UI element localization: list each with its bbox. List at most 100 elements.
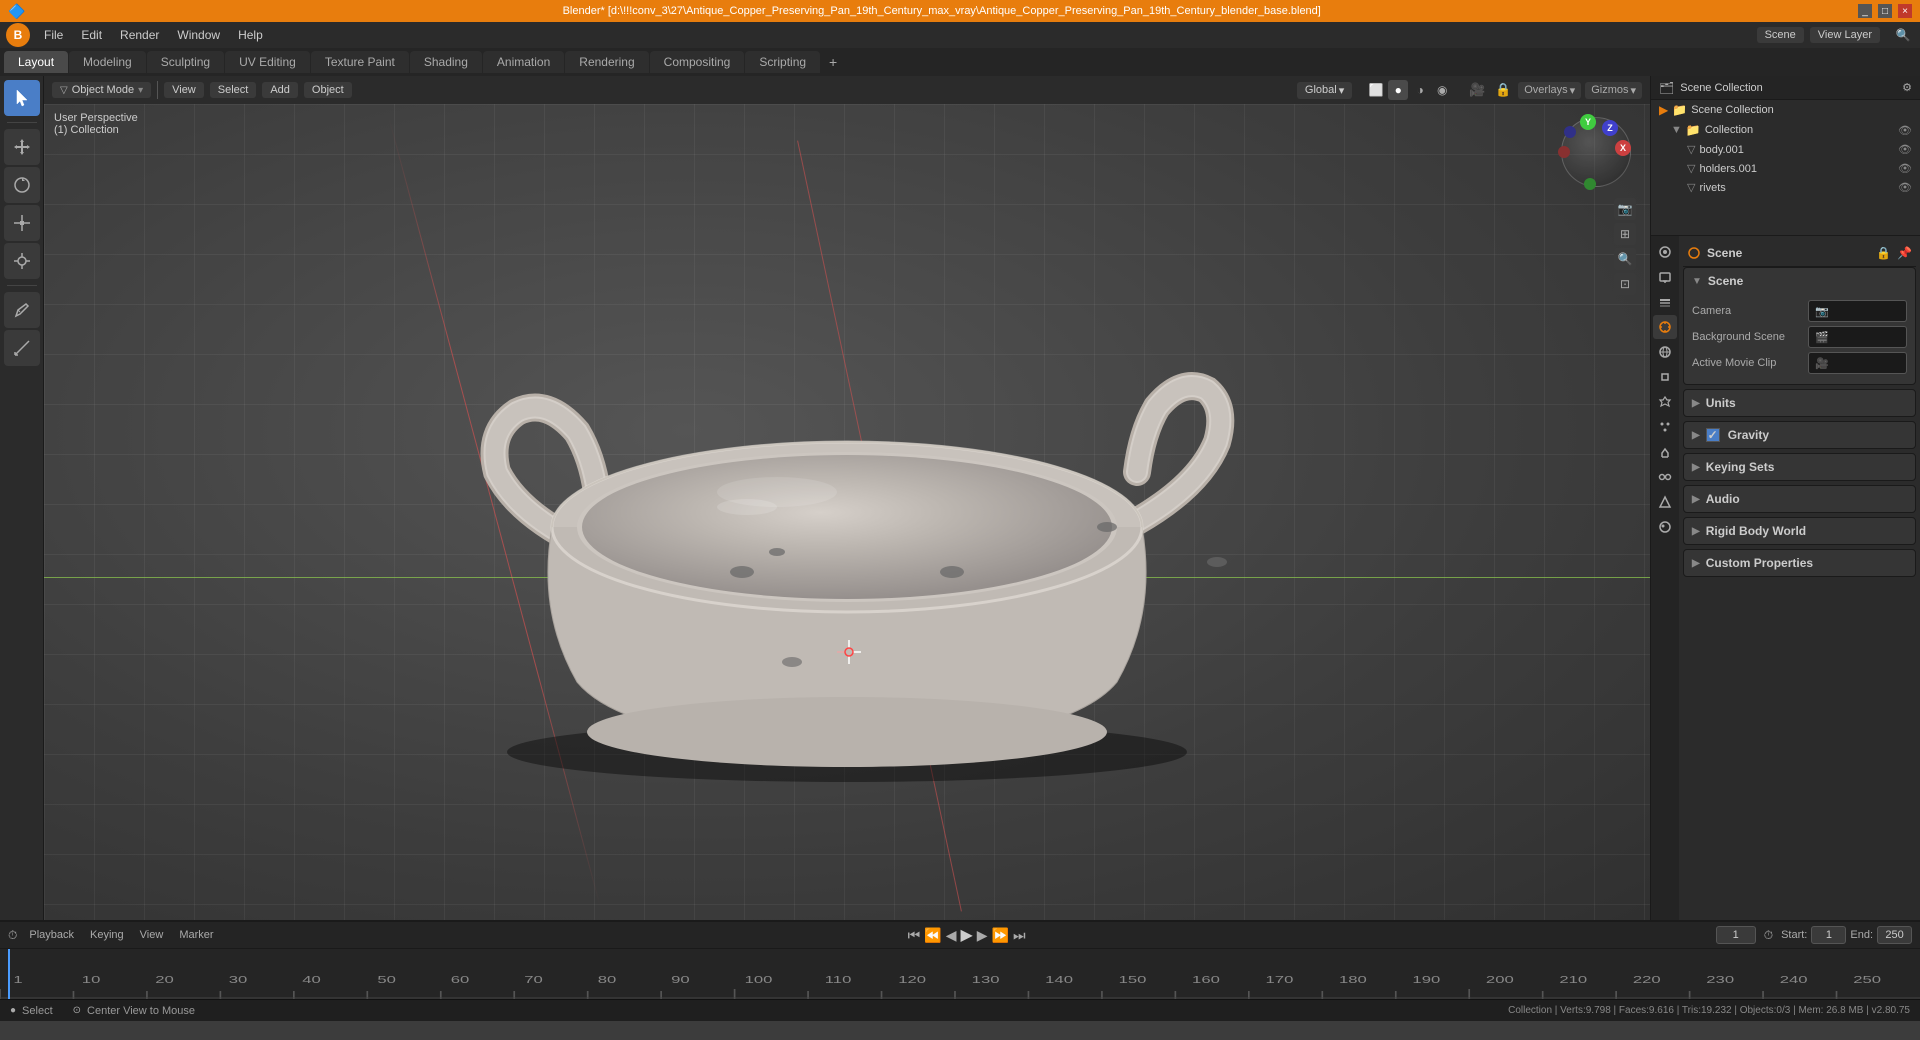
prop-icon-scene[interactable]: [1653, 315, 1677, 339]
prev-keyframe-button[interactable]: ⏪: [924, 927, 941, 944]
prop-icon-view-layer[interactable]: [1653, 290, 1677, 314]
prop-icon-output[interactable]: [1653, 265, 1677, 289]
camera-icon[interactable]: 🎥: [1466, 79, 1488, 101]
tab-texture-paint[interactable]: Texture Paint: [311, 51, 409, 73]
prop-icon-render[interactable]: [1653, 240, 1677, 264]
background-scene-value[interactable]: 🎬: [1808, 326, 1907, 348]
outliner-item-holders[interactable]: ▽ holders.001 👁: [1651, 159, 1920, 178]
object-mode-selector[interactable]: ▽ Object Mode ▾: [52, 82, 151, 98]
tool-measure[interactable]: [4, 330, 40, 366]
play-button[interactable]: ▶: [960, 925, 972, 945]
scene-canvas[interactable]: [44, 104, 1650, 920]
solid-shading-icon[interactable]: ●: [1388, 80, 1408, 100]
pan-3d-object[interactable]: [397, 232, 1297, 792]
nav-dot-z[interactable]: Z: [1602, 120, 1618, 136]
navigation-gizmo[interactable]: X Y Z 📷 ⊞ 🔍 ⊡: [1556, 112, 1636, 295]
nav-gizmo-container[interactable]: X Y Z: [1556, 112, 1636, 192]
scene-pin-icon[interactable]: 📌: [1897, 246, 1912, 260]
frame-start-input[interactable]: [1811, 926, 1846, 944]
tab-uv-editing[interactable]: UV Editing: [225, 51, 310, 73]
nav-dot-neg-z[interactable]: [1564, 126, 1576, 138]
body-visibility-icon[interactable]: 👁: [1898, 143, 1912, 156]
scene-lock-icon[interactable]: 🔒: [1876, 246, 1891, 260]
tool-move[interactable]: [4, 129, 40, 165]
timeline-icon[interactable]: ⏱: [8, 928, 17, 943]
marker-menu[interactable]: Marker: [175, 927, 217, 943]
prop-icon-particles[interactable]: [1653, 415, 1677, 439]
zoom-icon[interactable]: 🔍: [1614, 248, 1636, 270]
tab-shading[interactable]: Shading: [410, 51, 482, 73]
tool-transform[interactable]: [4, 243, 40, 279]
step-back-button[interactable]: ◀: [946, 927, 957, 944]
wireframe-icon[interactable]: ⬜: [1366, 80, 1386, 100]
view-layer-selector[interactable]: View Layer: [1810, 27, 1880, 43]
nav-dot-y[interactable]: Y: [1580, 114, 1596, 130]
prop-icon-modifier[interactable]: [1653, 390, 1677, 414]
tool-annotate[interactable]: [4, 292, 40, 328]
maximize-button[interactable]: □: [1878, 4, 1892, 18]
current-frame-input[interactable]: [1716, 926, 1756, 944]
jump-to-start-button[interactable]: ⏮: [908, 927, 921, 944]
playback-menu[interactable]: Playback: [25, 927, 78, 943]
tab-scripting[interactable]: Scripting: [745, 51, 820, 73]
search-icon[interactable]: 🔍: [1892, 24, 1914, 46]
collection-visibility-icon[interactable]: 👁: [1898, 124, 1912, 137]
scene-section-header[interactable]: ▼ Scene: [1684, 268, 1915, 294]
active-movie-clip-value[interactable]: 🎥: [1808, 352, 1907, 374]
menu-edit[interactable]: Edit: [73, 25, 110, 45]
outliner-item-rivets[interactable]: ▽ rivets 👁: [1651, 178, 1920, 197]
prop-icon-object[interactable]: [1653, 365, 1677, 389]
prop-icon-world[interactable]: [1653, 340, 1677, 364]
camera-view-icon[interactable]: 📷: [1614, 198, 1636, 220]
gravity-section-header[interactable]: ▶ ✓ Gravity: [1684, 422, 1915, 448]
custom-properties-header[interactable]: ▶ Custom Properties: [1684, 550, 1915, 576]
outliner-item-body[interactable]: ▽ body.001 👁: [1651, 140, 1920, 159]
rivets-visibility-icon[interactable]: 👁: [1898, 181, 1912, 194]
rigid-body-world-header[interactable]: ▶ Rigid Body World: [1684, 518, 1915, 544]
holders-visibility-icon[interactable]: 👁: [1898, 162, 1912, 175]
ortho-view-icon[interactable]: ⊞: [1614, 223, 1636, 245]
nav-dot-neg-y[interactable]: [1584, 178, 1596, 190]
prop-icon-material[interactable]: [1653, 515, 1677, 539]
rendered-preview-icon[interactable]: ◉: [1432, 80, 1452, 100]
gizmos-button[interactable]: Gizmos ▾: [1585, 82, 1642, 99]
menu-render[interactable]: Render: [112, 25, 167, 45]
tab-rendering[interactable]: Rendering: [565, 51, 648, 73]
3d-viewport[interactable]: ▽ Object Mode ▾ View Select Add Object G…: [44, 76, 1650, 920]
scene-selector[interactable]: Scene: [1757, 27, 1804, 43]
menu-help[interactable]: Help: [230, 25, 271, 45]
outliner-filter-icon[interactable]: ⚙: [1902, 81, 1912, 94]
overlays-button[interactable]: Overlays ▾: [1518, 82, 1581, 99]
select-menu[interactable]: Select: [210, 82, 257, 98]
tab-modeling[interactable]: Modeling: [69, 51, 146, 73]
keying-menu[interactable]: Keying: [86, 927, 128, 943]
add-workspace-button[interactable]: +: [821, 50, 845, 74]
keying-sets-header[interactable]: ▶ Keying Sets: [1684, 454, 1915, 480]
add-menu[interactable]: Add: [262, 82, 298, 98]
menu-window[interactable]: Window: [169, 25, 228, 45]
step-forward-button[interactable]: ▶: [977, 927, 988, 944]
object-menu[interactable]: Object: [304, 82, 352, 98]
menu-file[interactable]: File: [36, 25, 71, 45]
timeline-ruler-area[interactable]: // Will be populated by JS below 1 10 20…: [0, 949, 1920, 999]
zoom-fit-icon[interactable]: ⊡: [1614, 273, 1636, 295]
tool-cursor[interactable]: [4, 80, 40, 116]
blender-logo[interactable]: B: [6, 23, 30, 47]
tool-scale[interactable]: [4, 205, 40, 241]
outliner-item-scene-collection[interactable]: ▶ 📁 Scene Collection: [1651, 100, 1920, 120]
material-preview-icon[interactable]: ◑: [1410, 80, 1430, 100]
units-section-header[interactable]: ▶ Units: [1684, 390, 1915, 416]
prop-icon-constraints[interactable]: [1653, 465, 1677, 489]
global-transform[interactable]: Global ▾: [1297, 82, 1352, 99]
view-menu[interactable]: View: [164, 82, 204, 98]
jump-to-end-button[interactable]: ⏭: [1013, 927, 1026, 944]
tab-layout[interactable]: Layout: [4, 51, 68, 73]
tool-rotate[interactable]: [4, 167, 40, 203]
nav-dot-x[interactable]: X: [1615, 140, 1631, 156]
nav-dot-neg-x[interactable]: [1558, 146, 1570, 158]
tab-compositing[interactable]: Compositing: [650, 51, 745, 73]
tab-animation[interactable]: Animation: [483, 51, 564, 73]
prop-icon-physics[interactable]: [1653, 440, 1677, 464]
frame-end-input[interactable]: [1877, 926, 1912, 944]
tab-sculpting[interactable]: Sculpting: [147, 51, 224, 73]
